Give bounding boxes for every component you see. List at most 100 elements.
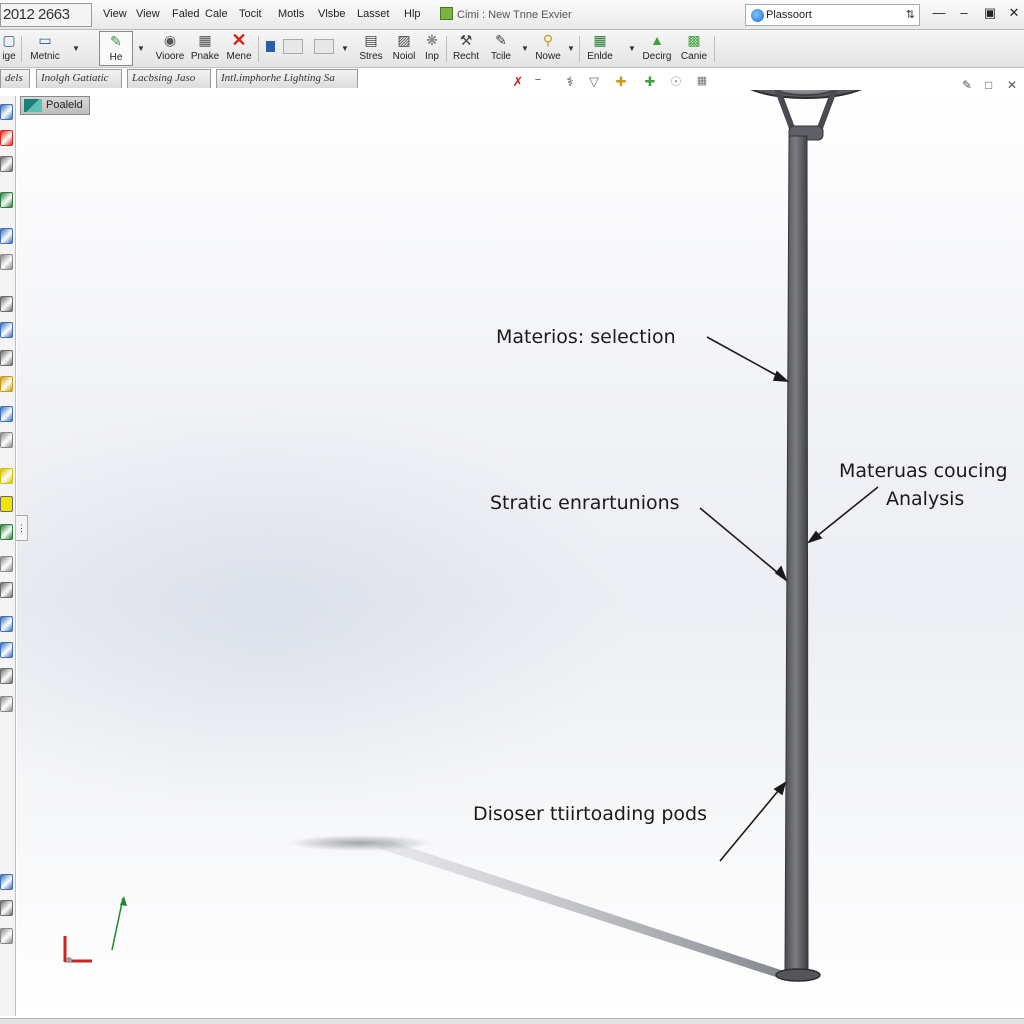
view-settings-icon[interactable]: ▦: [693, 74, 711, 87]
result-icon: ⚒: [459, 32, 473, 48]
previous-view-icon[interactable]: ⚕: [561, 74, 579, 90]
zoom-fit-icon[interactable]: ✗: [509, 74, 527, 90]
toolbar-button-metnic[interactable]: ▭ Metnic: [25, 31, 65, 66]
display-style-icon[interactable]: ✚: [641, 74, 659, 90]
section-view-icon[interactable]: ▽: [585, 74, 603, 90]
left-strip-tool-icon[interactable]: [0, 642, 13, 658]
toolbar-button-vioore[interactable]: ◉ Vioore: [152, 31, 188, 66]
menu-cale[interactable]: Cale: [205, 8, 228, 20]
graphics-viewport[interactable]: Materios: selection Materuas coucing Ana…: [17, 90, 1024, 1018]
document-icon: [440, 7, 453, 20]
small-field-icon[interactable]: [314, 39, 334, 54]
toolbar-clipped-button[interactable]: ▢ ige: [0, 31, 18, 66]
close-button[interactable]: ✕: [1003, 5, 1024, 23]
menu-view[interactable]: View: [103, 8, 127, 20]
left-strip-tool-icon[interactable]: [0, 432, 13, 448]
left-strip-tool-icon[interactable]: [0, 556, 13, 572]
left-strip-tool-icon[interactable]: [0, 130, 13, 146]
help-minimize-button[interactable]: —: [928, 5, 950, 23]
toolbar-button-inp[interactable]: ❋ Inp: [421, 31, 443, 66]
panel-collapse-handle[interactable]: ⋮: [16, 515, 28, 541]
toolbar-button-pnake[interactable]: ▦ Pnake: [189, 31, 221, 66]
menu-faled[interactable]: Faled: [172, 8, 200, 20]
left-strip-tool-icon[interactable]: [0, 582, 13, 598]
tab-inolgh-gatiatic[interactable]: Inolgh Gatiatic: [36, 69, 122, 88]
toolbar-button-decirg[interactable]: ▲ Decirg: [639, 31, 675, 66]
tab-lacbsing-jaso[interactable]: Lacbsing Jaso: [127, 69, 211, 88]
small-blue-icon[interactable]: [266, 41, 275, 52]
left-strip-tool-icon[interactable]: [0, 524, 13, 540]
left-strip-tool-icon[interactable]: [0, 322, 13, 338]
restore-view-icon[interactable]: □: [985, 78, 992, 92]
dropdown-arrow-icon[interactable]: ▼: [341, 44, 349, 53]
dropdown-arrow-icon[interactable]: ▼: [72, 44, 80, 53]
toolbar-button-tcile[interactable]: ✎ Tcile: [484, 31, 518, 66]
zoom-area-icon[interactable]: −: [529, 74, 547, 86]
toolbar-label: Decirg: [642, 51, 672, 62]
menu-lasset[interactable]: Lasset: [357, 8, 389, 20]
close-view-icon[interactable]: ✕: [1007, 78, 1017, 92]
hide-show-icon[interactable]: ☉: [667, 74, 685, 90]
left-strip-tool-icon[interactable]: [0, 350, 13, 366]
toolbar-button-nowe[interactable]: ⚲ Nowe: [531, 31, 565, 66]
left-strip-tool-icon[interactable]: [0, 254, 13, 270]
left-strip-tool-icon[interactable]: [0, 228, 13, 244]
menu-tocit[interactable]: Tocit: [239, 8, 262, 20]
dropdown-arrow-icon[interactable]: ▼: [137, 44, 145, 53]
left-strip-tool-icon[interactable]: [0, 406, 13, 422]
search-input[interactable]: [766, 7, 886, 23]
dropdown-arrow-icon[interactable]: ▼: [628, 44, 636, 53]
left-strip-tool-icon[interactable]: [0, 104, 13, 120]
toolbar-separator: [21, 36, 22, 62]
toolbar-button-he[interactable]: ✎ He: [99, 31, 133, 66]
report-icon: ▦: [593, 32, 607, 48]
luminaire-head[interactable]: [737, 90, 875, 141]
left-strip-tool-icon[interactable]: [0, 156, 13, 172]
left-strip-tool-icon[interactable]: [0, 616, 13, 632]
search-logo-icon: [751, 9, 764, 22]
menu-view-2[interactable]: View: [136, 8, 160, 20]
tab-dels[interactable]: dels: [0, 69, 30, 88]
search-box[interactable]: ⇅: [745, 4, 920, 26]
small-field-icon[interactable]: [283, 39, 303, 54]
maximize-button[interactable]: ▣: [979, 5, 1001, 23]
left-strip-tool-icon[interactable]: [0, 900, 13, 916]
left-strip-tool-icon[interactable]: [0, 696, 13, 712]
model-canvas[interactable]: [17, 90, 1024, 1018]
left-strip-tool-icon[interactable]: [0, 192, 13, 208]
callout-loading: Disoser ttiirtoading pods: [473, 803, 707, 825]
toolbar-button-noiol[interactable]: ▨ Noiol: [387, 31, 421, 66]
tab-lighting-study[interactable]: Intl.imphorhe Lighting Sa: [216, 69, 358, 88]
view-orientation-icon[interactable]: ✚: [612, 74, 630, 90]
rectangle-icon: ▭: [38, 32, 52, 48]
left-strip-tool-icon[interactable]: [0, 928, 13, 944]
minimize-button[interactable]: –: [953, 5, 975, 23]
search-go-icon[interactable]: ⇅: [906, 8, 915, 21]
feature-manager-button[interactable]: Poaleld: [20, 96, 90, 115]
left-strip-tool-icon[interactable]: [0, 468, 13, 484]
delete-x-icon: ✕: [231, 30, 247, 50]
callout-material-selection: Materios: selection: [496, 326, 676, 348]
dropdown-arrow-icon[interactable]: ▼: [567, 44, 575, 53]
toolbar-button-enlde[interactable]: ▦ Enlde: [583, 31, 617, 66]
toolbar-label: Metnic: [30, 51, 60, 62]
pole-shaft[interactable]: [775, 135, 821, 982]
left-strip-tool-icon[interactable]: [0, 296, 13, 312]
dropdown-arrow-icon[interactable]: ▼: [521, 44, 529, 53]
toolbar-button-canie[interactable]: ▩ Canie: [676, 31, 712, 66]
menu-help[interactable]: Hlp: [404, 8, 421, 20]
left-strip-tool-icon[interactable]: [0, 376, 13, 392]
document-title-text: Cimi : New Tnne Exvier: [457, 9, 572, 21]
left-strip-tool-icon[interactable]: [0, 496, 13, 512]
menu-motls[interactable]: Motls: [278, 8, 304, 20]
left-strip-tool-icon[interactable]: [0, 874, 13, 890]
menu-vlsbe[interactable]: Vlsbe: [318, 8, 346, 20]
feature-manager-label: Poaleld: [46, 99, 83, 111]
edit-appearance-icon[interactable]: ✎: [962, 78, 972, 92]
revolve-icon: ◉: [163, 32, 177, 48]
toolbar-button-stres[interactable]: ▤ Stres: [354, 31, 388, 66]
toolbar-button-mene[interactable]: ✕ Mene: [222, 31, 256, 66]
left-strip-tool-icon[interactable]: [0, 668, 13, 684]
toolbar-clipped-label: ige: [2, 51, 16, 62]
toolbar-button-recht[interactable]: ⚒ Recht: [449, 31, 483, 66]
